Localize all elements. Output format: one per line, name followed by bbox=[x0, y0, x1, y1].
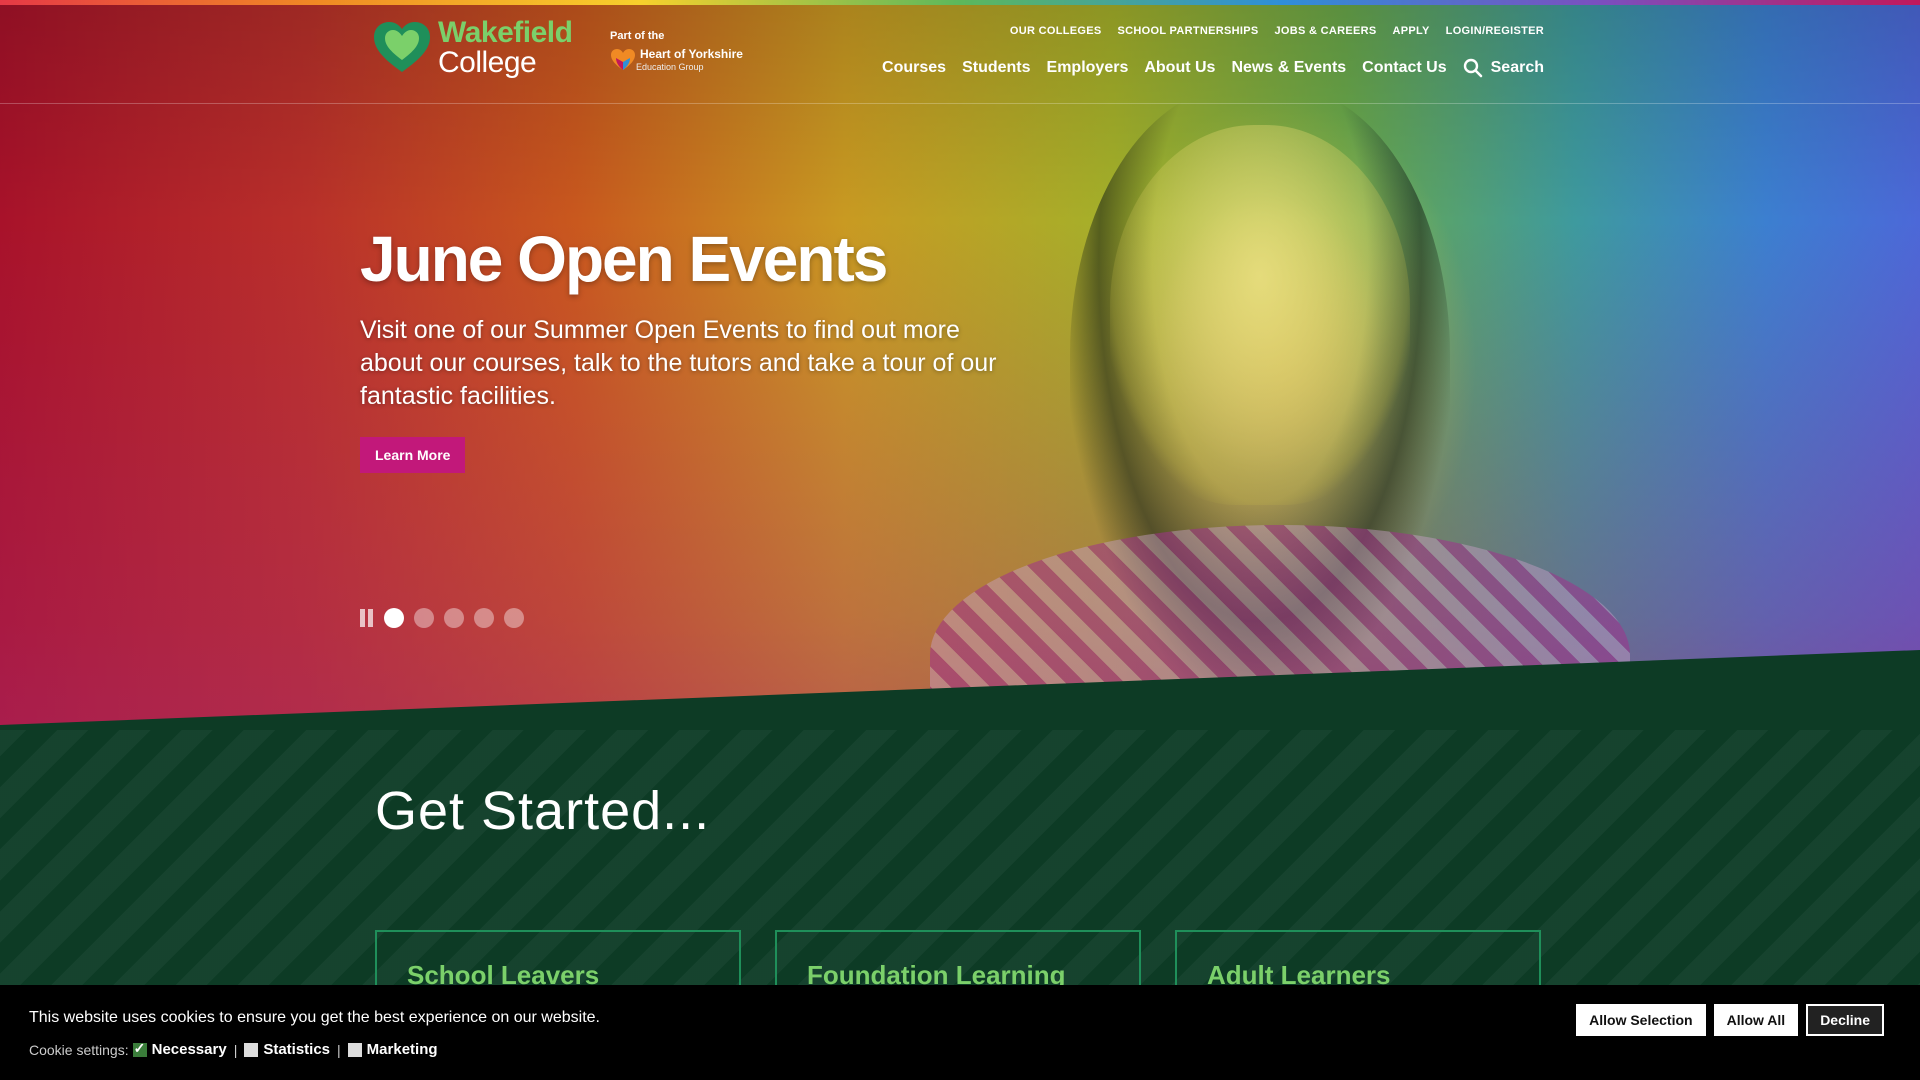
slider-dot-1[interactable] bbox=[384, 608, 404, 628]
hero-content: June Open Events Visit one of our Summer… bbox=[360, 222, 1000, 473]
nav-jobs-careers[interactable]: JOBS & CAREERS bbox=[1275, 25, 1377, 37]
cookie-option-marketing[interactable]: Marketing bbox=[347, 1041, 438, 1058]
cookie-option-label: Statistics bbox=[263, 1041, 331, 1058]
cookie-option-statistics[interactable]: Statistics bbox=[244, 1041, 330, 1058]
slider-dot-2[interactable] bbox=[414, 608, 434, 628]
cookie-settings-label: Cookie settings: bbox=[29, 1041, 129, 1058]
utility-nav: OUR COLLEGES SCHOOL PARTNERSHIPS JOBS & … bbox=[1010, 25, 1544, 37]
decline-button[interactable]: Decline bbox=[1806, 1004, 1884, 1036]
search-label: Search bbox=[1490, 59, 1544, 76]
nav-contact-us[interactable]: Contact Us bbox=[1362, 59, 1446, 77]
search-button[interactable]: Search bbox=[1463, 58, 1544, 78]
slider-dot-3[interactable] bbox=[444, 608, 464, 628]
cookie-option-label: Marketing bbox=[366, 1041, 438, 1058]
learn-more-button[interactable]: Learn More bbox=[360, 437, 466, 473]
checkbox-marketing[interactable] bbox=[347, 1042, 362, 1057]
nav-school-partnerships[interactable]: SCHOOL PARTNERSHIPS bbox=[1118, 25, 1259, 37]
cookie-option-necessary[interactable]: Necessary bbox=[132, 1040, 227, 1058]
heart-logo-icon bbox=[374, 22, 430, 72]
partner-heart-icon bbox=[611, 49, 635, 70]
allow-all-button[interactable]: Allow All bbox=[1713, 1004, 1799, 1036]
nav-courses[interactable]: Courses bbox=[882, 59, 946, 77]
cookie-banner: This website uses cookies to ensure you … bbox=[0, 985, 1920, 1080]
get-started-title: Get Started... bbox=[375, 781, 711, 841]
header-divider bbox=[0, 103, 1920, 104]
checkbox-necessary[interactable] bbox=[132, 1040, 147, 1057]
pause-icon[interactable] bbox=[360, 609, 374, 627]
main-nav: Courses Students Employers About Us News… bbox=[882, 58, 1544, 78]
nav-login-register[interactable]: LOGIN/REGISTER bbox=[1446, 25, 1544, 37]
slider-dot-5[interactable] bbox=[504, 608, 524, 628]
hero-title: June Open Events bbox=[360, 223, 888, 295]
allow-selection-button[interactable]: Allow Selection bbox=[1576, 1004, 1706, 1036]
nav-apply[interactable]: APPLY bbox=[1393, 25, 1430, 37]
logo-line2: College bbox=[438, 46, 537, 79]
nav-our-colleges[interactable]: OUR COLLEGES bbox=[1010, 25, 1102, 37]
search-icon bbox=[1463, 58, 1482, 78]
nav-students[interactable]: Students bbox=[962, 59, 1030, 77]
slider-controls bbox=[360, 608, 524, 628]
cookie-buttons: Allow Selection Allow All Decline bbox=[1576, 1004, 1884, 1036]
cookie-option-label: Necessary bbox=[151, 1041, 227, 1058]
nav-about-us[interactable]: About Us bbox=[1144, 59, 1215, 77]
college-logo[interactable]: Wakefield College bbox=[372, 16, 573, 79]
hero-image-face bbox=[1110, 125, 1410, 505]
separator: | bbox=[337, 1041, 341, 1058]
separator: | bbox=[233, 1041, 238, 1058]
slider-dot-4[interactable] bbox=[474, 608, 494, 628]
partner-logo[interactable]: Part of the Heart of Yorkshire Education… bbox=[610, 30, 743, 72]
hero-text: Visit one of our Summer Open Events to f… bbox=[360, 316, 997, 410]
checkbox-statistics[interactable] bbox=[244, 1042, 259, 1057]
nav-news-events[interactable]: News & Events bbox=[1231, 59, 1346, 77]
partner-sub: Education Group bbox=[636, 61, 704, 72]
logo-line1: Wakefield bbox=[438, 16, 573, 49]
partner-prefix: Part of the bbox=[610, 30, 665, 42]
cookie-message: This website uses cookies to ensure you … bbox=[29, 1009, 600, 1026]
nav-employers[interactable]: Employers bbox=[1047, 59, 1129, 77]
cookie-settings: Cookie settings: Necessary | Statistics … bbox=[29, 1040, 438, 1059]
partner-name: Heart of Yorkshire bbox=[640, 47, 743, 62]
